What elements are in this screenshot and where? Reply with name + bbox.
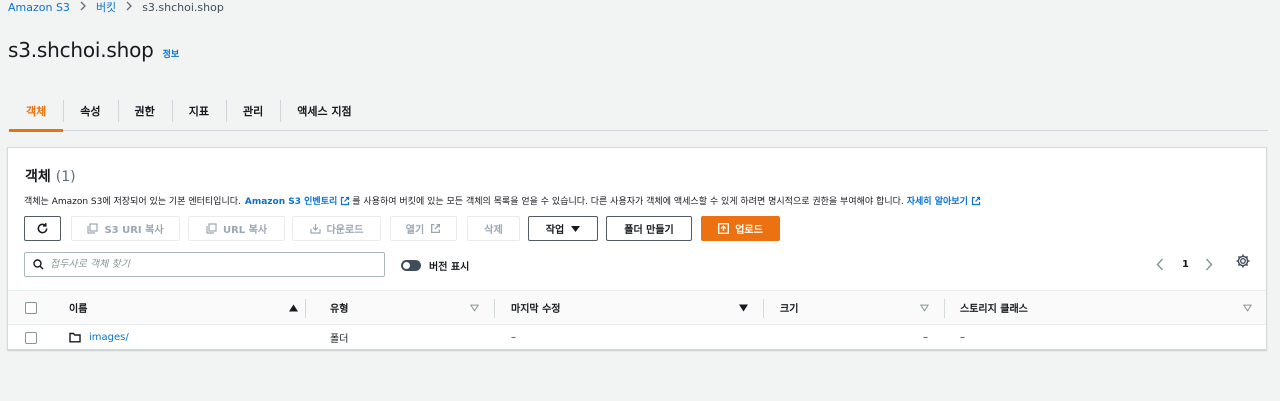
panel-description: 객체는 Amazon S3에 저장되어 있는 기본 엔터티입니다. Amazon… (24, 194, 983, 207)
download-button[interactable]: 다운로드 (292, 216, 381, 241)
chevron-right-icon (1205, 258, 1213, 271)
current-page[interactable]: 1 (1182, 259, 1189, 270)
delete-label: 삭제 (484, 225, 503, 236)
tab-metrics[interactable]: 지표 (171, 92, 226, 130)
upload-button[interactable]: 업로드 (701, 216, 780, 241)
column-header-last-modified[interactable]: 마지막 수정 (511, 291, 560, 324)
search-box (24, 252, 385, 277)
tab-permissions[interactable]: 권한 (117, 92, 172, 130)
tab-access-points[interactable]: 액세스 지점 (280, 92, 368, 130)
objects-panel: 객체 (1) 객체는 Amazon S3에 저장되어 있는 기본 엔터티입니다.… (7, 147, 1267, 350)
actions-dropdown[interactable]: 작업 (528, 216, 598, 241)
sort-desc-icon[interactable] (1243, 304, 1252, 311)
upload-icon (718, 223, 730, 234)
info-link[interactable]: 정보 (163, 47, 180, 60)
delete-button[interactable]: 삭제 (467, 216, 520, 241)
table-header: 이름 유형 마지막 수정 크기 스토리지 클래스 (8, 290, 1266, 325)
sort-desc-icon[interactable] (739, 304, 748, 311)
copy-url-button[interactable]: URL 복사 (188, 216, 285, 241)
tab-objects[interactable]: 객체 (9, 92, 64, 132)
description-text-1: 객체는 Amazon S3에 저장되어 있는 기본 엔터티입니다. (24, 197, 241, 207)
next-page-button[interactable] (1200, 258, 1218, 271)
external-link-icon (971, 196, 980, 205)
show-versions-label: 버전 표시 (429, 262, 470, 273)
upload-label: 업로드 (735, 225, 763, 236)
object-count: (1) (55, 169, 76, 185)
toggle-knob (403, 262, 410, 269)
preferences-button[interactable] (1235, 253, 1251, 269)
column-header-type[interactable]: 유형 (330, 291, 348, 324)
create-folder-button[interactable]: 폴더 만들기 (606, 216, 692, 241)
refresh-button[interactable] (24, 216, 61, 241)
tab-properties[interactable]: 속성 (63, 92, 117, 130)
copy-s3-uri-button[interactable]: S3 URI 복사 (71, 216, 180, 241)
page-title: s3.shchoi.shop (8, 38, 154, 62)
description-text-2: 를 사용하여 버킷에 있는 모든 객체의 목록을 얻을 수 있습니다. 다른 사… (352, 197, 904, 207)
storage-class-cell: – (960, 332, 965, 343)
breadcrumb-amazon-s3[interactable]: Amazon S3 (8, 1, 70, 14)
refresh-icon (37, 223, 48, 234)
page-header: s3.shchoi.shop 정보 (8, 38, 179, 62)
row-checkbox[interactable] (25, 331, 37, 344)
breadcrumb-current: s3.shchoi.shop (142, 0, 224, 14)
select-all-checkbox-cell (25, 291, 37, 324)
name-cell: images/ (69, 325, 129, 350)
open-button[interactable]: 열기 (390, 216, 457, 241)
learn-more-link[interactable]: 자세히 알아보기 (907, 194, 968, 207)
type-cell: 폴더 (330, 334, 349, 345)
search-icon (33, 259, 44, 270)
external-link-icon (431, 223, 441, 234)
last-modified-cell: – (511, 332, 516, 343)
column-divider (944, 299, 945, 318)
row-checkbox-cell (25, 325, 37, 350)
external-link-icon (341, 196, 350, 205)
tab-bar: 객체 속성 권한 지표 관리 액세스 지점 (9, 92, 1268, 132)
actions-label: 작업 (545, 225, 565, 236)
select-all-checkbox[interactable] (25, 301, 37, 314)
sort-desc-icon[interactable] (920, 304, 929, 311)
panel-header: 객체 (1) (25, 166, 76, 186)
show-versions-toggle[interactable]: 버전 표시 (401, 258, 469, 273)
inventory-link[interactable]: Amazon S3 인벤토리 (245, 194, 337, 207)
open-label: 열기 (405, 225, 425, 236)
column-divider (494, 299, 495, 318)
pagination: 1 (1151, 252, 1218, 277)
gear-icon (1236, 254, 1250, 268)
breadcrumb: Amazon S3 버킷 s3.shchoi.shop (8, 0, 224, 15)
folder-icon (69, 332, 81, 343)
copy-icon (206, 223, 217, 234)
tab-management[interactable]: 관리 (226, 92, 280, 130)
column-divider (763, 299, 764, 318)
chevron-left-icon (1156, 258, 1164, 271)
size-cell: – (923, 332, 928, 343)
chevron-right-icon (79, 1, 87, 14)
column-divider (305, 299, 306, 318)
search-input[interactable] (50, 259, 370, 270)
chevron-right-icon (125, 1, 133, 14)
caret-down-icon (571, 225, 581, 232)
column-header-name[interactable]: 이름 (69, 291, 87, 324)
copy-s3-uri-label: S3 URI 복사 (104, 225, 164, 236)
create-folder-label: 폴더 만들기 (624, 225, 674, 236)
previous-page-button[interactable] (1151, 258, 1169, 271)
copy-url-label: URL 복사 (222, 225, 268, 236)
table-row: images/ 폴더 – – – (8, 325, 1266, 350)
column-header-storage-class[interactable]: 스토리지 클래스 (960, 291, 1028, 324)
toggle-switch[interactable] (401, 260, 421, 271)
breadcrumb-buckets[interactable]: 버킷 (96, 0, 116, 15)
object-link[interactable]: images/ (89, 332, 129, 343)
sort-asc-icon[interactable] (289, 304, 298, 311)
objects-table: 이름 유형 마지막 수정 크기 스토리지 클래스 images/ 폴더 – – … (8, 290, 1266, 350)
download-label: 다운로드 (326, 225, 364, 236)
download-icon (309, 224, 321, 234)
column-header-size[interactable]: 크기 (780, 291, 798, 324)
sort-desc-icon[interactable] (470, 304, 479, 311)
copy-icon (87, 223, 99, 234)
panel-title: 객체 (25, 169, 51, 185)
